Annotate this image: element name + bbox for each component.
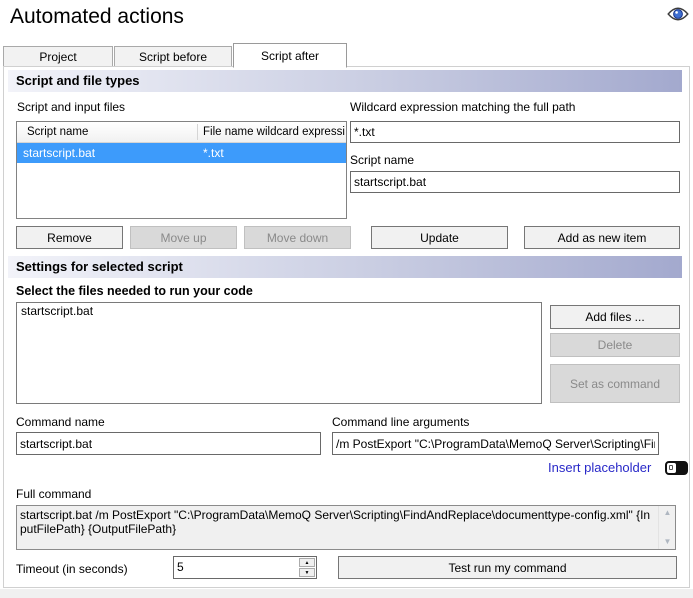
script-name-label: Script name [350,153,414,167]
window-bottom-strip [0,589,693,598]
tab-project-automation[interactable]: Project automation [3,46,113,67]
insert-placeholder-toggle-icon[interactable] [665,461,688,475]
command-name-input[interactable] [16,432,321,455]
set-as-command-button[interactable]: Set as command [550,364,680,403]
scroll-up-icon[interactable]: ▲ [659,506,676,520]
command-name-label: Command name [16,415,105,429]
scroll-down-icon[interactable]: ▼ [659,535,676,549]
spinner-up-button[interactable]: ▲ [299,558,315,567]
column-divider[interactable] [197,124,198,140]
timeout-value[interactable]: 5 [177,557,184,578]
spinner-down-button[interactable]: ▼ [299,568,315,577]
remove-button[interactable]: Remove [16,226,123,249]
script-table-header[interactable]: Script name File name wildcard expressio… [17,122,346,143]
full-command-scrollbar[interactable]: ▲ ▼ [658,506,675,549]
section-header-settings-for-selected-script: Settings for selected script [8,256,682,278]
page-title: Automated actions [10,5,184,29]
wildcard-expression-label: Wildcard expression matching the full pa… [350,100,575,114]
script-name-input[interactable] [350,171,680,193]
full-command-text: startscript.bat /m PostExport "C:\Progra… [20,508,655,547]
timeout-spinner[interactable]: 5 ▲ ▼ [173,556,317,579]
section-header-script-and-file-types: Script and file types [8,70,682,92]
command-line-arguments-input[interactable] [332,432,659,455]
update-button[interactable]: Update [371,226,508,249]
insert-placeholder-link[interactable]: Insert placeholder [548,460,651,475]
timeout-label: Timeout (in seconds) [16,562,128,576]
wildcard-expression-input[interactable] [350,121,680,143]
toggle-knob-inner [669,465,673,470]
full-command-label: Full command [16,487,91,501]
list-item[interactable]: startscript.bat [17,303,541,319]
delete-button[interactable]: Delete [550,333,680,357]
cell-wildcard[interactable]: *.txt [203,143,343,163]
toggle-knob [667,463,676,473]
command-line-arguments-label: Command line arguments [332,415,469,429]
files-listbox[interactable]: startscript.bat [16,302,542,404]
add-as-new-item-button[interactable]: Add as new item [524,226,680,249]
add-files-button[interactable]: Add files ... [550,305,680,329]
table-row[interactable]: startscript.bat *.txt [17,143,346,163]
move-down-button[interactable]: Move down [244,226,351,249]
script-table[interactable]: Script name File name wildcard expressio… [16,121,347,219]
cell-script-name[interactable]: startscript.bat [23,143,195,163]
eye-icon[interactable] [667,6,689,22]
move-up-button[interactable]: Move up [130,226,237,249]
test-run-my-command-button[interactable]: Test run my command [338,556,677,579]
full-command-box: startscript.bat /m PostExport "C:\Progra… [16,505,676,550]
select-files-label: Select the files needed to run your code [16,284,253,298]
column-header-script-name[interactable]: Script name [27,122,195,143]
tab-script-after-export[interactable]: Script after export [233,43,347,68]
column-header-wildcard[interactable]: File name wildcard expression [203,122,345,143]
script-input-files-label: Script and input files [17,100,125,114]
tab-script-before-import[interactable]: Script before import [114,46,232,67]
